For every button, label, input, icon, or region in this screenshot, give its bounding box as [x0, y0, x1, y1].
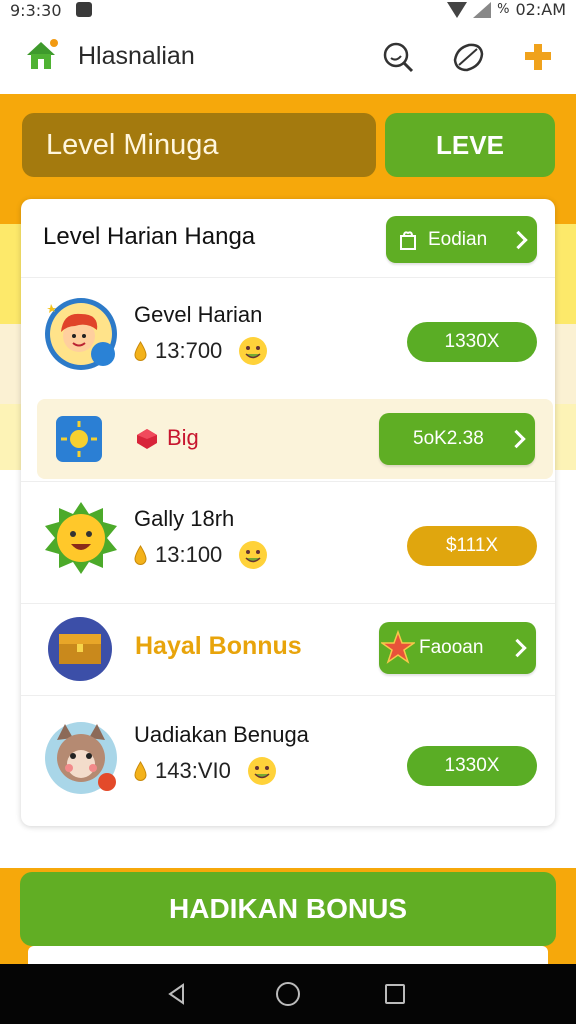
home-icon[interactable] [24, 38, 58, 72]
ruby-icon [137, 429, 157, 449]
home-nav-icon[interactable] [276, 982, 300, 1006]
chevron-right-icon [507, 429, 526, 449]
status-clock: 02:AM [515, 0, 567, 19]
recent-apps-icon[interactable] [385, 984, 405, 1004]
claim-bonus-button[interactable]: HADIKAN BONUS [20, 872, 556, 946]
smiley-icon [239, 337, 268, 365]
card-title: Level Harian Hanga [43, 223, 256, 250]
cat-avatar-icon [45, 722, 117, 794]
bottom-sheet-edge [28, 946, 548, 966]
card-header-button[interactable]: Eodian [386, 216, 537, 263]
tag-icon[interactable] [451, 40, 485, 74]
star-icon [381, 630, 415, 664]
smiley-icon [247, 757, 276, 785]
level-button[interactable]: LEVE [385, 113, 555, 177]
gallery-notification-icon [76, 2, 92, 17]
row-amount-line: 13:700 [134, 336, 268, 366]
app-bar: Hlasnalian [0, 22, 576, 94]
coin-drop-icon [134, 545, 147, 565]
row-name: Gevel Harian [134, 302, 263, 327]
sun-badge-icon [56, 416, 102, 462]
row-action-label: 5oK2.38 [413, 428, 484, 449]
coin-drop-icon [134, 341, 147, 361]
lion-avatar-icon [45, 502, 117, 574]
puzzle-icon[interactable] [521, 40, 555, 74]
back-icon[interactable] [165, 982, 189, 1006]
smiley-icon [239, 541, 268, 569]
list-item: Gally 18rh 13:100 $111X [21, 481, 555, 602]
row-amount: 13:100 [155, 542, 223, 567]
daily-level-card: Level Harian Hanga Eodian Gevel Harian 1… [21, 199, 555, 826]
treasure-chest-icon [48, 617, 112, 681]
row-name: Big [167, 425, 199, 450]
status-bar: 9:3:30 % 02:AM [0, 0, 576, 22]
coin-drop-icon [134, 761, 147, 781]
search-icon[interactable] [381, 40, 415, 74]
reward-button[interactable]: $111X [407, 526, 537, 566]
bonus-title: Hayal Bonnus [135, 632, 302, 660]
list-item: Uadiakan Benuga 143:VI0 1330X [21, 695, 555, 824]
list-item: Gevel Harian 13:700 1330X [21, 277, 555, 398]
list-item-highlight: Big 5oK2.38 [37, 399, 553, 479]
row-amount-line: 143:VI0 [134, 756, 277, 786]
app-title: Hlasnalian [78, 42, 195, 70]
system-nav-bar [0, 964, 576, 1024]
chevron-right-icon [509, 230, 528, 249]
row-name: Gally 18rh [134, 506, 235, 531]
card-header-button-label: Eodian [428, 228, 488, 250]
level-field[interactable]: Level Minuga [22, 113, 376, 177]
row-amount: 13:700 [155, 338, 223, 363]
row-name: Uadiakan Benuga [134, 722, 309, 747]
row-amount-line: 13:100 [134, 540, 268, 570]
reward-button[interactable]: 1330X [407, 322, 537, 362]
chevron-right-icon [508, 638, 527, 658]
wifi-icon [447, 1, 468, 18]
boy-avatar-icon [45, 298, 117, 370]
bonus-button-label: Faooan [419, 637, 484, 658]
gift-icon [400, 231, 416, 250]
list-item-bonus: Hayal Bonnus Faooan [21, 603, 555, 694]
signal-icon [473, 1, 492, 18]
bonus-button[interactable]: Faooan [379, 622, 536, 674]
row-amount: 143:VI0 [155, 758, 231, 783]
row-action-button[interactable]: 5oK2.38 [379, 413, 535, 465]
status-time: 9:3:30 [10, 1, 62, 20]
battery-text: % [497, 2, 510, 17]
reward-button[interactable]: 1330X [407, 746, 537, 786]
